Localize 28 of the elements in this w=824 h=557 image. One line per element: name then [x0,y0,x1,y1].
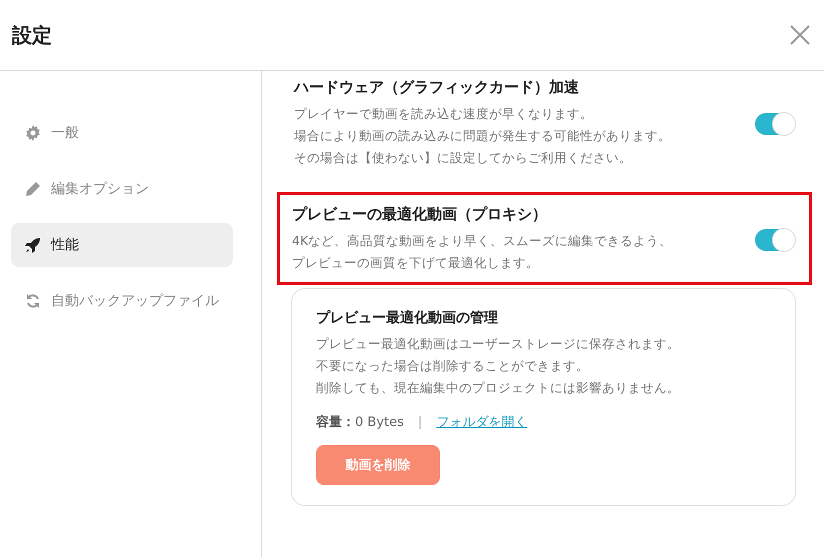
card-description: プレビュー最適化動画はユーザーストレージに保存されます。 [316,335,681,353]
close-icon[interactable] [790,25,810,45]
setting-title: ハードウェア（グラフィックカード）加速 [294,78,580,97]
rocket-icon [25,237,41,253]
toggle-switch[interactable] [755,112,795,134]
card-title: プレビュー最適化動画の管理 [316,309,499,327]
open-folder-link[interactable]: フォルダを開く [436,413,528,431]
setting-description: その場合は【使わない】に設定してからご利用ください。 [294,149,633,167]
capacity-label: 容量： [316,414,355,431]
sidebar-item[interactable]: 一般 [11,111,233,155]
delete-video-button[interactable]: 動画を削除 [316,445,440,485]
separator: | [418,414,422,430]
sidebar-item[interactable]: 編集オプション [11,167,233,211]
card-description: 削除しても、現在編集中のプロジェクトには影響ありません。 [316,379,681,397]
toggle-switch[interactable] [755,228,795,250]
setting-description: 4Kなど、高品質な動画をより早く、スムーズに編集できるよう、 [292,232,672,250]
setting-description: 場合により動画の読み込みに問題が発生する可能性があります。 [294,127,671,145]
sidebar-item[interactable]: 自動バックアップファイル [11,279,233,323]
setting-description: プレイヤーで動画を読み込む速度が早くなります。 [294,105,594,123]
setting-title: プレビューの最適化動画（プロキシ） [292,205,548,224]
pencil-icon [25,181,41,197]
capacity-value: 0 Bytes [355,414,404,430]
gear-icon [25,125,41,141]
card-description: 不要になった場合は削除することができます。 [316,357,590,375]
sidebar-item[interactable]: 性能 [11,223,233,267]
window-title: 設定 [12,22,52,48]
sync-icon [25,293,41,309]
setting-description: プレビューの画質を下げて最適化します。 [292,254,540,272]
